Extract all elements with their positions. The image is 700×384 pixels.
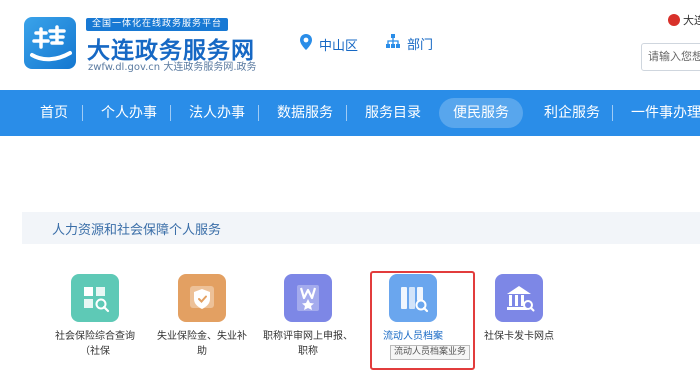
page: 全国一体化在线政务服务平台 大连政务服务网 zwfw.dl.gov.cn 大连政… (0, 0, 700, 384)
nav-item-one-thing[interactable]: 一件事办理 (631, 90, 700, 136)
nav-item-personal[interactable]: 个人办事 (101, 90, 157, 136)
nav-item-catalog[interactable]: 服务目录 (365, 90, 421, 136)
tile-label: 失业保险金、失业补助 (157, 331, 247, 357)
nav-divider (82, 105, 83, 121)
department-selector[interactable]: 部门 (385, 33, 433, 53)
nav-divider (258, 105, 259, 121)
search-input[interactable]: 请输入您想 (641, 43, 700, 71)
org-chart-icon (385, 33, 401, 53)
site-url: zwfw.dl.gov.cn 大连政务服务网.政务 (88, 62, 257, 73)
main-nav: 首页 个人办事 法人办事 数据服务 服务目录 便民服务 利企服务 一件事办理 (0, 90, 700, 136)
nav-item-convenience[interactable]: 便民服务 (439, 98, 523, 128)
shield-icon (178, 274, 226, 322)
service-tile-unemployment[interactable]: 失业保险金、失业补助 (157, 274, 247, 359)
section-title: 人力资源和社会保障个人服务 (52, 223, 222, 238)
site-logo-icon[interactable] (24, 17, 76, 69)
tile-label: 职称评审网上申报、职称 (263, 331, 353, 357)
grid-search-icon (71, 274, 119, 322)
department-label: 部门 (407, 37, 434, 53)
nav-item-business[interactable]: 利企服务 (544, 90, 600, 136)
service-tile-professional-title[interactable]: 职称评审网上申报、职称 (263, 274, 353, 359)
region-label: 中山区 (319, 38, 359, 54)
site-header: 全国一体化在线政务服务平台 大连政务服务网 zwfw.dl.gov.cn 大连政… (0, 0, 700, 90)
nav-divider (346, 105, 347, 121)
top-right-link[interactable]: 大连 (668, 12, 700, 28)
star-award-icon (284, 274, 332, 322)
nav-divider (612, 105, 613, 121)
nav-item-corporate[interactable]: 法人办事 (189, 90, 245, 136)
nav-item-data[interactable]: 数据服务 (277, 90, 333, 136)
nav-divider (170, 105, 171, 121)
top-right-text: 大连 (683, 14, 700, 27)
platform-tagline: 全国一体化在线政务服务平台 (86, 18, 229, 31)
nav-item-home[interactable]: 首页 (40, 90, 68, 136)
region-selector[interactable]: 中山区 (299, 33, 358, 55)
bank-search-icon (495, 274, 543, 322)
location-pin-icon (299, 33, 313, 55)
tile-label: 社会保险综合查询（社保 (55, 331, 135, 357)
emblem-icon (668, 14, 680, 26)
tooltip: 流动人员档案业务 (390, 345, 471, 360)
tile-label: 社保卡发卡网点 (484, 331, 554, 342)
service-tile-social-insurance[interactable]: 社会保险综合查询（社保 (50, 274, 140, 359)
service-tile-social-card[interactable]: 社保卡发卡网点 (474, 274, 564, 359)
